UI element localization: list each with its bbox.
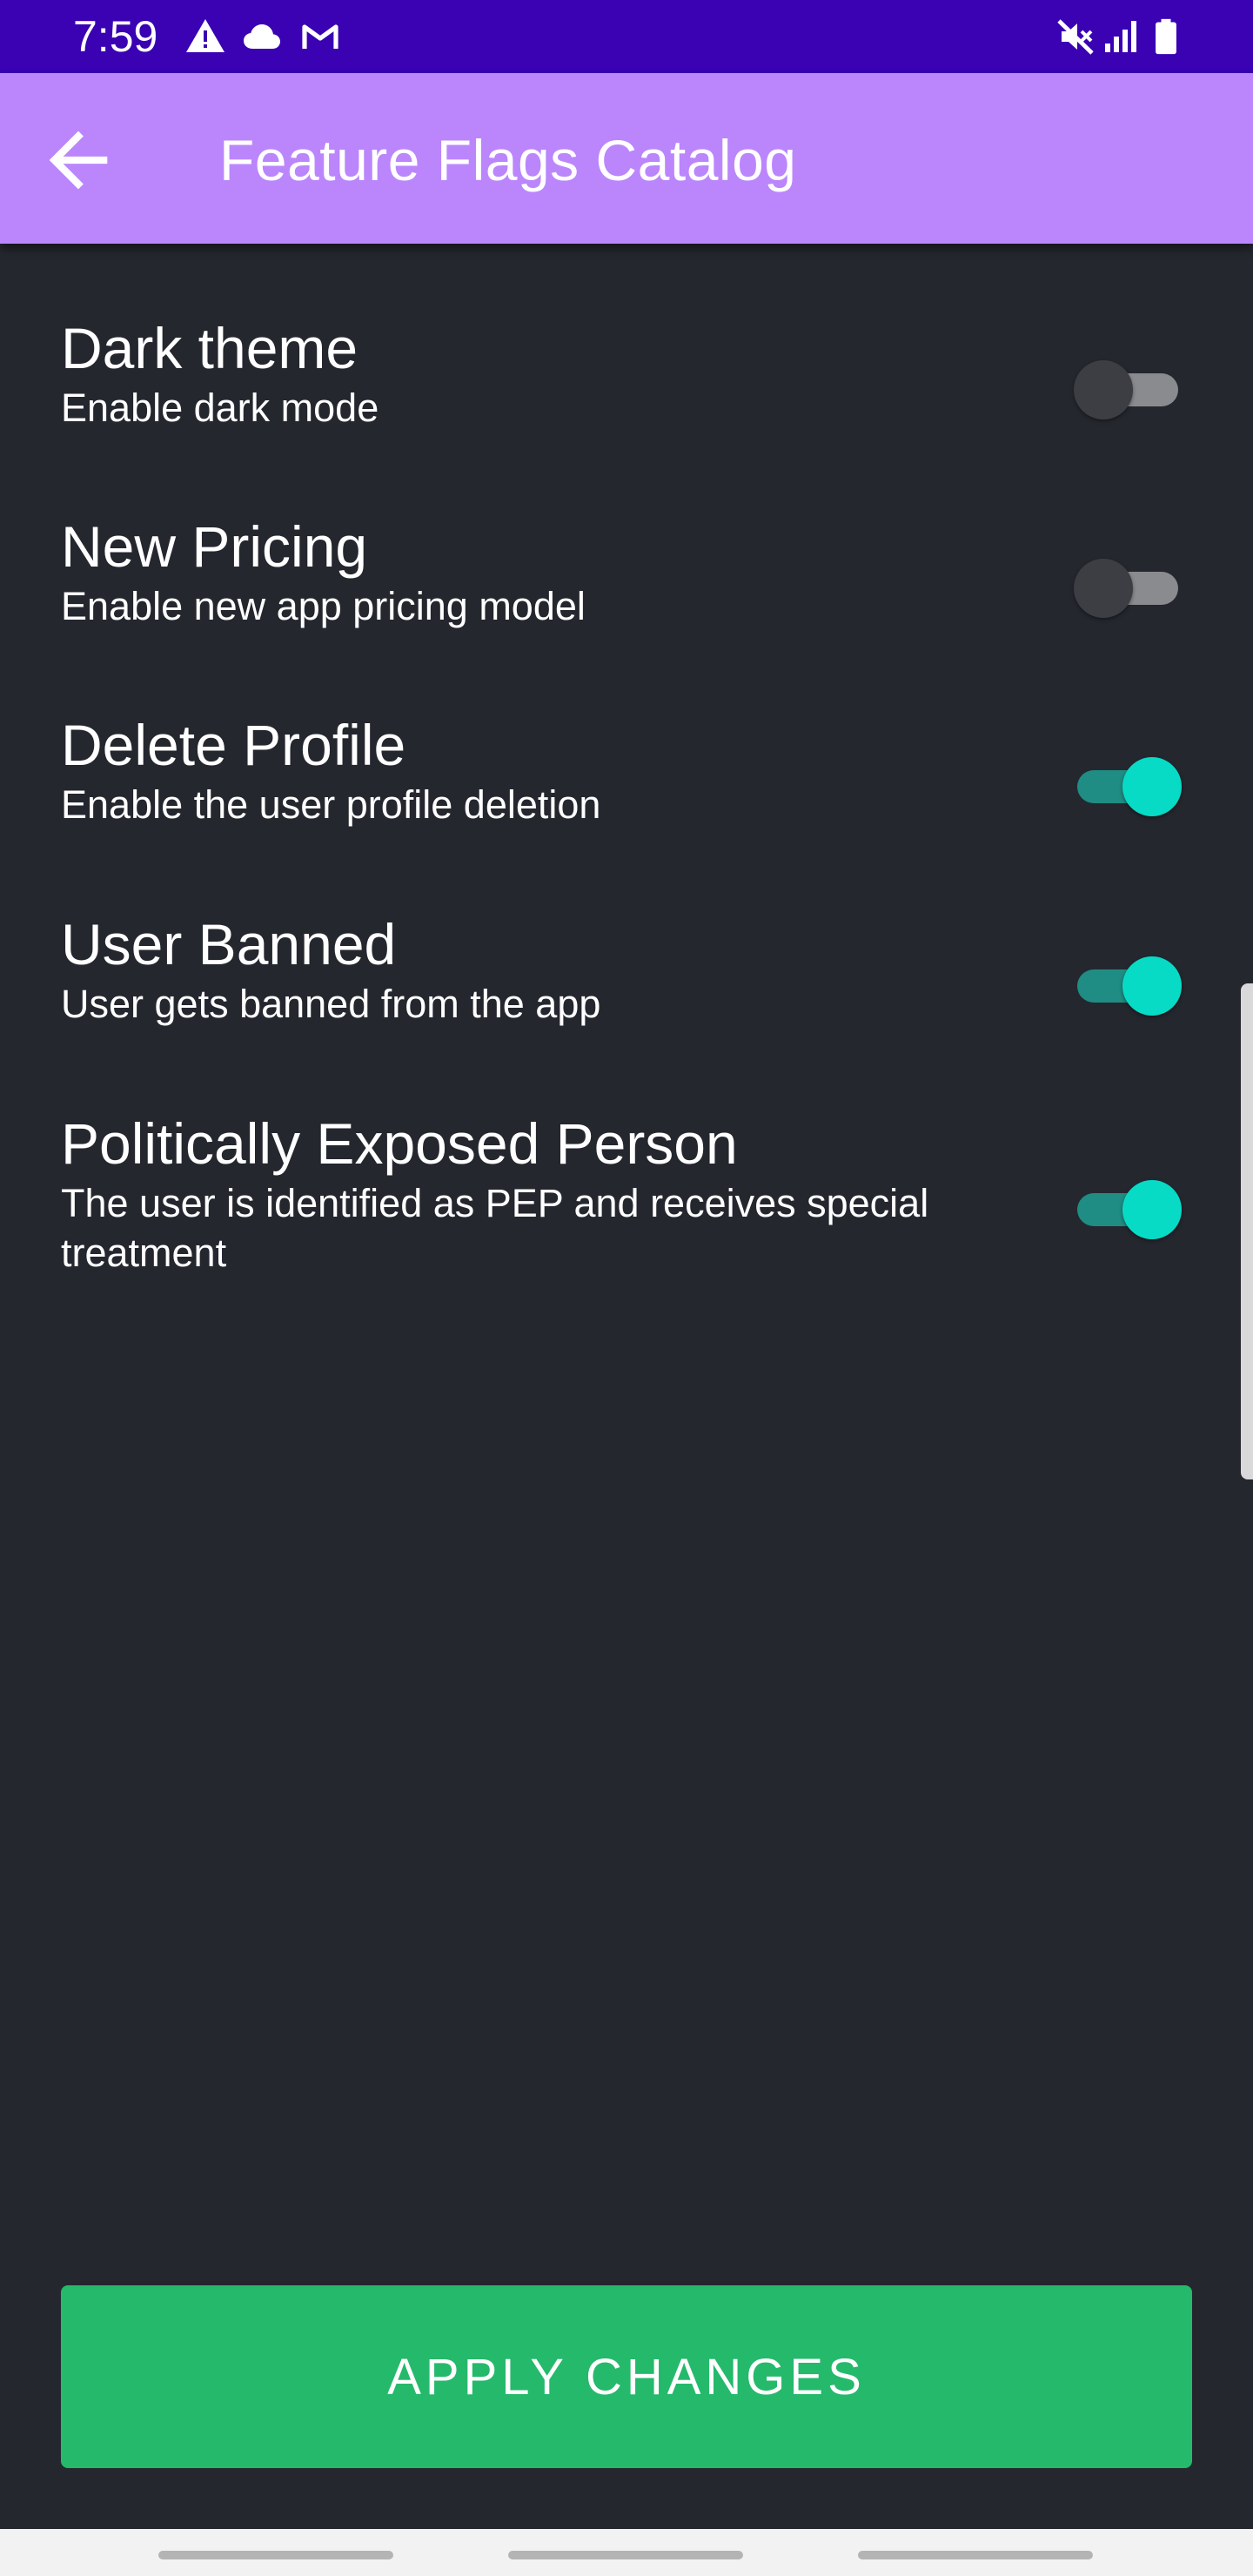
toggle-thumb (1074, 559, 1133, 618)
cloud-icon (244, 24, 280, 49)
page-title: Feature Flags Catalog (219, 128, 797, 192)
flag-title: Delete Profile (61, 713, 406, 777)
back-button[interactable] (35, 117, 122, 204)
toggle-new-pricing[interactable] (1074, 555, 1182, 621)
flag-description: Enable the user profile deletion (61, 782, 601, 827)
apply-changes-button[interactable]: APPLY CHANGES (61, 2285, 1192, 2468)
battery-icon (1156, 18, 1176, 55)
status-time: 7:59 (73, 12, 158, 61)
toggle-politically-exposed-person[interactable] (1074, 1177, 1182, 1243)
flag-title: Politically Exposed Person (61, 1111, 738, 1176)
flag-description: User gets banned from the app (61, 982, 601, 1026)
nav-recents-button[interactable] (158, 2551, 393, 2559)
warning-icon (186, 19, 224, 52)
flag-title: New Pricing (61, 514, 368, 579)
toggle-dark-theme[interactable] (1074, 357, 1182, 423)
toggle-delete-profile[interactable] (1074, 754, 1182, 820)
gmail-icon (302, 24, 338, 49)
flag-description: Enable dark mode (61, 386, 379, 430)
nav-home-button[interactable] (508, 2551, 743, 2559)
toggle-thumb (1074, 360, 1133, 419)
flag-description: Enable new app pricing model (61, 584, 586, 628)
toggle-thumb (1122, 956, 1182, 1016)
scrollbar[interactable] (1241, 983, 1253, 1479)
status-bar: 7:59 (0, 0, 1253, 73)
app-bar: Feature Flags Catalog (0, 73, 1253, 244)
navigation-bar (0, 2529, 1253, 2576)
flag-description: The user is identified as PEP and receiv… (61, 1181, 929, 1275)
toggle-thumb (1122, 757, 1182, 816)
toggle-user-banned[interactable] (1074, 953, 1182, 1019)
flag-title: User Banned (61, 912, 397, 976)
arrow-back-icon (49, 131, 108, 190)
flag-title: Dark theme (61, 316, 358, 380)
toggle-thumb (1122, 1180, 1182, 1239)
mute-icon (1057, 19, 1094, 55)
nav-back-button[interactable] (858, 2551, 1093, 2559)
signal-icon (1105, 21, 1136, 52)
